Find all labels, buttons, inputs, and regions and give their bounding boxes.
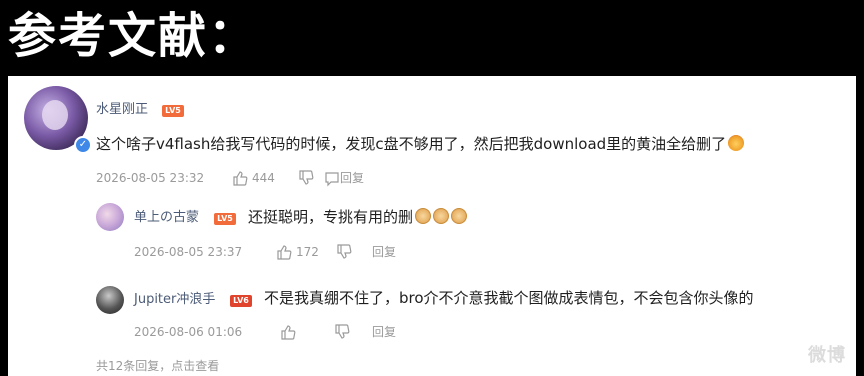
dislike-icon[interactable]	[334, 324, 350, 340]
like-count: 172	[296, 245, 319, 259]
doge-emoji	[451, 208, 468, 224]
level-badge: LV5	[162, 105, 184, 117]
reply-avatar[interactable]	[96, 286, 124, 314]
comment-panel: ✓ 水星刚正 LV5 这个啥子v4flash给我写代码的时候，发现c盘不够用了，…	[8, 76, 856, 376]
reply-text: 不是我真绷不住了，bro介不介意我截个图做成表情包，不会包含你头像的	[264, 288, 754, 308]
level-badge: LV6	[230, 295, 252, 307]
angry-face-emoji	[728, 135, 745, 151]
reply-button[interactable]: 回复	[340, 170, 364, 186]
doge-emoji	[433, 208, 450, 224]
reply-body: 还挺聪明，专挑有用的删	[248, 208, 414, 226]
comment-icon[interactable]	[324, 171, 340, 187]
dislike-icon[interactable]	[298, 170, 314, 186]
reply-avatar[interactable]	[96, 203, 124, 231]
like-count: 444	[252, 171, 275, 185]
reply-username[interactable]: Jupiter冲浪手	[134, 292, 215, 308]
comment-body: 这个啥子v4flash给我写代码的时候，发现c盘不够用了，然后把我downloa…	[96, 135, 727, 153]
like-icon[interactable]	[280, 324, 296, 340]
like-icon[interactable]	[276, 244, 292, 260]
watermark: 微博	[808, 345, 846, 366]
more-replies-link[interactable]: 共12条回复，点击查看	[96, 358, 219, 374]
reply-username[interactable]: 单上の古蒙	[134, 210, 199, 226]
comment-text: 这个啥子v4flash给我写代码的时候，发现c盘不够用了，然后把我downloa…	[96, 134, 745, 154]
level-badge: LV5	[214, 213, 236, 225]
reply-date: 2026-08-06 01:06	[134, 325, 243, 339]
reply-button[interactable]: 回复	[372, 244, 396, 260]
reply-body: 不是我真绷不住了，bro介不介意我截个图做成表情包，不会包含你头像的	[264, 289, 754, 307]
verified-icon: ✓	[74, 136, 92, 154]
username[interactable]: 水星刚正	[96, 102, 148, 118]
like-icon[interactable]	[232, 170, 248, 186]
reply-button[interactable]: 回复	[372, 324, 396, 340]
page-heading: 参考文献：	[8, 8, 259, 64]
comment-date: 2026-08-05 23:32	[96, 171, 205, 185]
dislike-icon[interactable]	[336, 244, 352, 260]
doge-emoji	[415, 208, 432, 224]
reply-text: 还挺聪明，专挑有用的删	[248, 207, 468, 227]
reply-date: 2026-08-05 23:37	[134, 245, 243, 259]
